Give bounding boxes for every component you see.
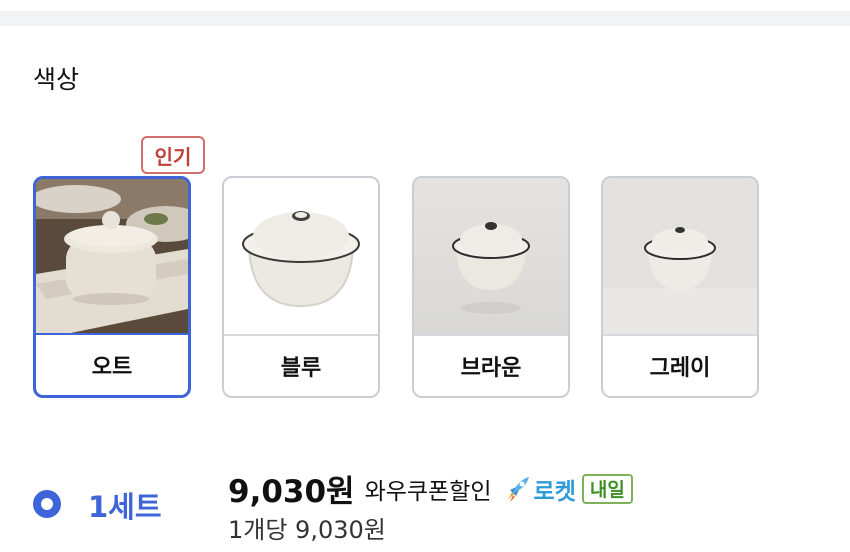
rocket-icon: [507, 476, 529, 502]
color-option-brown[interactable]: 브라운: [412, 176, 570, 398]
color-option-gray[interactable]: 그레이: [601, 176, 759, 398]
delivery-day-tag: 내일: [581, 473, 633, 504]
section-title: 색상: [33, 65, 80, 94]
option-label: 그레이: [603, 334, 757, 396]
color-option-blue[interactable]: 블루: [222, 176, 380, 398]
quantity-radio[interactable]: [33, 490, 61, 518]
rocket-delivery-label: 로켓: [533, 478, 576, 505]
quantity-label[interactable]: 1세트: [88, 484, 162, 526]
top-divider: [0, 0, 850, 26]
price-line: 9,030원 와우쿠폰할인 로켓 내일: [228, 466, 633, 511]
popular-badge: 인기: [141, 136, 205, 174]
color-option-oat[interactable]: 오트: [33, 176, 191, 398]
option-image-oat: [36, 179, 188, 334]
option-image-brown: [414, 178, 568, 334]
unit-price: 1개당 9,030원: [228, 516, 386, 544]
option-image-gray: [603, 178, 757, 334]
option-label: 오트: [36, 333, 188, 395]
option-label: 블루: [224, 334, 378, 396]
price: 9,030원: [228, 474, 355, 510]
option-image-blue: [224, 178, 378, 334]
option-label: 브라운: [414, 334, 568, 396]
discount-label: 와우쿠폰할인: [364, 478, 492, 505]
